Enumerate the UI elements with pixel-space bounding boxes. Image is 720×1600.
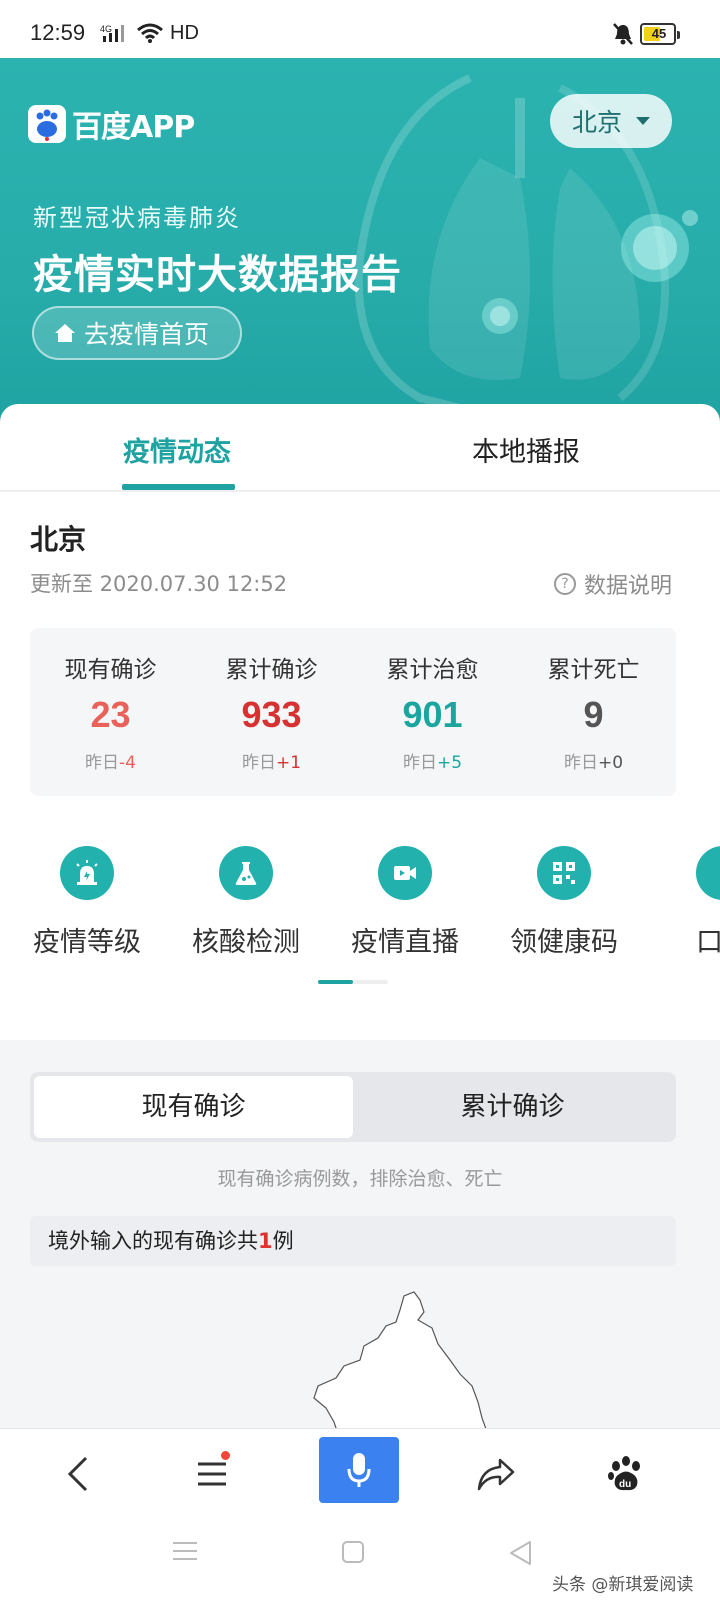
quick-links: 疫情等级 核酸检测 疫情直播 领健康码 口 — [0, 844, 720, 984]
stat-delta: 昨日-4 — [85, 753, 136, 773]
stat-label: 累计死亡 — [547, 657, 640, 683]
stat-total-deaths: 累计死亡 9 昨日+0 — [513, 628, 674, 796]
quick-link-risk-level[interactable]: 疫情等级 — [17, 844, 157, 974]
segment-current-confirmed[interactable]: 现有确诊 — [34, 1076, 353, 1138]
quick-link-label: 核酸检测 — [192, 927, 300, 958]
banner-subtitle: 新型冠状病毒肺炎 — [33, 204, 241, 232]
status-time: 12:59 — [30, 20, 86, 45]
quick-links-scroll-indicator — [318, 980, 388, 984]
stat-value: 901 — [402, 694, 463, 735]
segmented-control: 现有确诊 累计确诊 — [30, 1072, 676, 1142]
baidu-logo: 百度APP — [28, 102, 195, 146]
quick-link-health-code[interactable]: 领健康码 — [494, 844, 634, 974]
map-section: 现有确诊 累计确诊 现有确诊病例数，排除治愈、死亡 境外输入的现有确诊共1例 — [0, 1040, 720, 1440]
quick-link-label: 口罩 — [696, 927, 720, 958]
recents-icon[interactable] — [172, 1540, 198, 1566]
banner-title: 疫情实时大数据报告 — [33, 252, 402, 298]
caret-down-icon — [636, 117, 650, 125]
alarm-icon — [60, 846, 114, 900]
question-icon: ? — [554, 573, 576, 595]
stat-value: 9 — [583, 694, 604, 735]
data-note-link[interactable]: ? 数据说明 — [554, 568, 672, 600]
segment-note: 现有确诊病例数，排除治愈、死亡 — [217, 1168, 503, 1190]
signal-icon: 4G — [100, 24, 130, 48]
segment-total-confirmed[interactable]: 累计确诊 — [353, 1076, 672, 1138]
city-selector[interactable]: 北京 — [550, 94, 672, 148]
stat-total-confirmed: 累计确诊 933 昨日+1 — [191, 628, 352, 796]
network-type: 4G — [100, 24, 112, 34]
quick-link-mask[interactable]: 口罩 — [653, 844, 720, 974]
status-bar: 12:59 4G HD 45 — [0, 0, 720, 58]
stat-total-recovered: 累计治愈 901 昨日+5 — [352, 628, 513, 796]
home-icon — [55, 324, 75, 342]
back-icon — [67, 1456, 88, 1492]
watermark: 头条 @新琪爱阅读 — [552, 1575, 694, 1595]
update-time: 更新至 2020.07.30 12:52 — [30, 572, 288, 596]
banner: 百度APP 北京 新型冠状病毒肺炎 疫情实时大数据报告 去疫情首页 — [0, 58, 720, 428]
menu-button[interactable] — [172, 1429, 252, 1519]
voice-search-button[interactable] — [319, 1437, 399, 1503]
scroll-thumb — [318, 980, 353, 984]
mute-icon — [612, 22, 634, 50]
qrcode-icon — [537, 846, 591, 900]
share-icon — [477, 1458, 515, 1491]
home-button-label: 去疫情首页 — [84, 320, 210, 349]
epidemic-home-button[interactable]: 去疫情首页 — [32, 306, 242, 360]
region-name: 北京 — [30, 523, 87, 556]
stat-current-confirmed: 现有确诊 23 昨日-4 — [30, 628, 191, 796]
wifi-icon — [136, 22, 164, 48]
stat-delta: 昨日+0 — [563, 753, 624, 773]
logo-text: 百度APP — [72, 110, 195, 145]
stat-delta: 昨日+1 — [241, 753, 302, 773]
mask-icon — [696, 846, 720, 900]
stat-value: 23 — [90, 694, 131, 735]
tab-local-news[interactable]: 本地播报 — [472, 430, 580, 469]
quick-link-label: 领健康码 — [510, 927, 618, 958]
tab-bar: 疫情动态 本地播报 — [0, 404, 720, 492]
hd-indicator: HD — [170, 22, 199, 44]
city-label: 北京 — [571, 108, 622, 137]
battery-level: 45 — [651, 26, 667, 41]
baidu-paw-icon: du — [608, 1456, 640, 1491]
imported-count: 1 — [258, 1229, 273, 1253]
stats-panel: 现有确诊 23 昨日-4 累计确诊 933 昨日+1 累计治愈 901 昨日+5… — [30, 628, 676, 796]
imported-cases-banner: 境外输入的现有确诊共1例 — [30, 1216, 676, 1266]
beijing-map[interactable] — [300, 1290, 520, 1440]
tab-indicator — [122, 484, 235, 490]
video-icon — [378, 846, 432, 900]
system-navigation-bar: 头条 @新琪爱阅读 — [0, 1518, 720, 1600]
stat-delta: 昨日+5 — [402, 753, 463, 773]
quick-link-label: 疫情等级 — [33, 927, 141, 958]
stat-value: 933 — [241, 694, 302, 735]
quick-link-nucleic-test[interactable]: 核酸检测 — [176, 844, 316, 974]
stat-label: 累计治愈 — [386, 657, 479, 683]
baidu-paw-icon — [28, 105, 66, 143]
microphone-icon — [347, 1453, 371, 1487]
tab-epidemic-updates[interactable]: 疫情动态 — [123, 430, 231, 469]
main-card: 疫情动态 本地播报 北京 更新至 2020.07.30 12:52 ? 数据说明… — [0, 404, 720, 1044]
flask-icon — [219, 846, 273, 900]
back-button[interactable] — [38, 1429, 118, 1519]
quick-link-live[interactable]: 疫情直播 — [335, 844, 475, 974]
share-button[interactable] — [456, 1429, 536, 1519]
quick-link-label: 疫情直播 — [351, 927, 459, 958]
bottom-toolbar: du — [0, 1428, 720, 1518]
back-triangle-icon[interactable] — [508, 1540, 532, 1570]
notification-dot — [221, 1451, 230, 1460]
stat-label: 现有确诊 — [64, 657, 157, 683]
battery-icon: 45 — [640, 23, 680, 45]
home-icon[interactable] — [341, 1540, 365, 1568]
data-note-label: 数据说明 — [584, 574, 673, 599]
menu-icon — [198, 1462, 226, 1486]
baidu-home-button[interactable]: du — [586, 1429, 666, 1519]
svg-text:du: du — [619, 1479, 631, 1490]
stat-label: 累计确诊 — [225, 657, 318, 683]
